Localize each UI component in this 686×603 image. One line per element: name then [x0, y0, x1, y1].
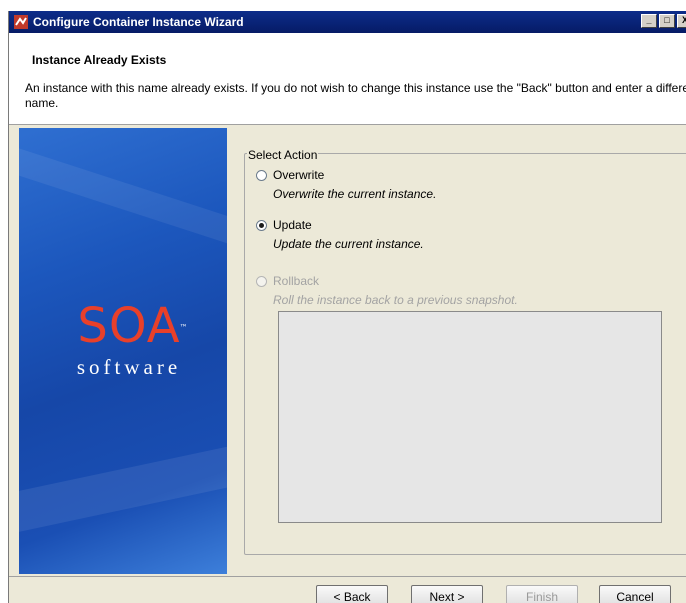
snapshot-list[interactable] [278, 311, 662, 523]
footer-divider [9, 576, 686, 577]
rollback-radio[interactable] [256, 275, 267, 287]
update-description: Update the current instance. [273, 237, 424, 251]
overwrite-option[interactable]: Overwrite [256, 168, 324, 182]
rollback-description: Roll the instance back to a previous sna… [273, 293, 518, 307]
wizard-window: Configure Container Instance Wizard _ □ … [8, 11, 686, 603]
next-button[interactable]: Next > [411, 585, 483, 603]
update-option[interactable]: Update [256, 218, 312, 232]
overwrite-label[interactable]: Overwrite [273, 168, 324, 182]
select-action-legend: Select Action [247, 148, 319, 162]
wizard-header: Instance Already Exists An instance with… [9, 33, 686, 125]
window-controls: _ □ X [641, 14, 686, 28]
window-title: Configure Container Instance Wizard [33, 15, 244, 29]
logo-mark-text: SOA [77, 298, 181, 354]
page-title: Instance Already Exists [32, 53, 167, 67]
page-description: An instance with this name already exist… [25, 81, 686, 110]
back-button[interactable]: < Back [316, 585, 388, 603]
side-banner: SOA ™ software [19, 128, 227, 574]
banner-decoration [19, 139, 227, 263]
overwrite-description: Overwrite the current instance. [273, 187, 437, 201]
maximize-button[interactable]: □ [659, 14, 675, 28]
soa-software-logo: SOA ™ software [69, 301, 189, 380]
logo-mark: SOA ™ [77, 298, 187, 354]
banner-decoration [19, 437, 227, 539]
rollback-option[interactable]: Rollback [256, 274, 319, 288]
rollback-label[interactable]: Rollback [273, 274, 319, 288]
close-button[interactable]: X [677, 14, 686, 28]
trademark-symbol: ™ [179, 323, 189, 332]
minimize-button[interactable]: _ [641, 14, 657, 28]
update-radio[interactable] [256, 219, 267, 231]
cancel-button[interactable]: Cancel [599, 585, 671, 603]
overwrite-radio[interactable] [256, 169, 267, 181]
app-icon [14, 15, 28, 29]
logo-wordmark: software [76, 355, 182, 379]
title-bar[interactable]: Configure Container Instance Wizard _ □ … [9, 11, 686, 33]
finish-button[interactable]: Finish [506, 585, 578, 603]
update-label[interactable]: Update [273, 218, 312, 232]
